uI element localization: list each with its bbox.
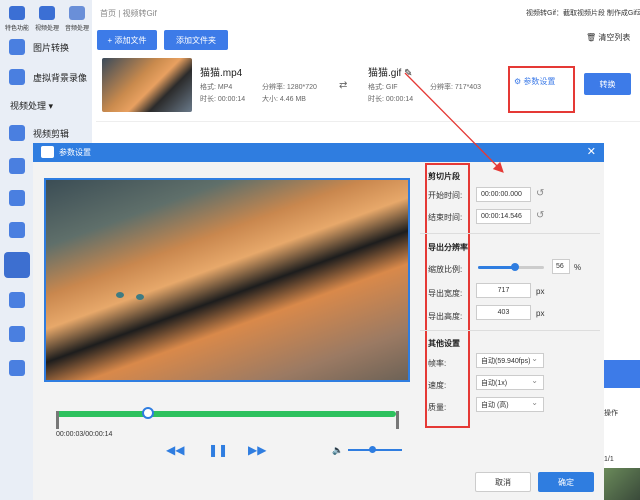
- end-time-label: 结束时间:: [428, 213, 463, 222]
- audio-icon: [69, 6, 85, 20]
- param-settings-button[interactable]: ⚙ 参数设置: [514, 76, 555, 87]
- background-thumbnail: [604, 468, 640, 500]
- feature-description: 视频转Gif：截取视频片段 制作成Gif动图: [526, 10, 640, 17]
- divider: [420, 330, 600, 331]
- section-clip: 剪切片段: [428, 172, 460, 181]
- clear-list-button[interactable]: 🗑 清空列表: [586, 32, 630, 43]
- speed-label: 速度:: [428, 381, 447, 390]
- width-label: 导出宽度:: [428, 289, 463, 298]
- output-filename[interactable]: 猫猫.gif ✎: [368, 64, 413, 79]
- dialog-titlebar: 参数设置 ✕: [33, 143, 604, 162]
- fps-label: 帧率:: [428, 359, 447, 368]
- height-input[interactable]: 403: [476, 305, 531, 320]
- gear-icon: ⚙: [514, 77, 524, 86]
- sidebar-icon-partial[interactable]: [9, 360, 25, 376]
- video-thumbnail: [102, 58, 192, 112]
- quality-label: 质量:: [428, 403, 447, 412]
- cat-eye: [116, 292, 124, 298]
- sidebar-item-image-convert[interactable]: 图片转换: [0, 34, 92, 60]
- video-preview[interactable]: [44, 178, 410, 382]
- annotation-box: [508, 66, 575, 113]
- cancel-button[interactable]: 取消: [475, 472, 531, 492]
- background-ops-label: 操作: [604, 410, 618, 417]
- trim-start-handle[interactable]: [56, 411, 59, 429]
- sidebar-tab-video[interactable]: 视频处理: [32, 4, 62, 38]
- breadcrumb: 首页 | 视频转Gif: [100, 9, 157, 18]
- output-format: 格式: GIF: [368, 84, 398, 91]
- sidebar-tab-audio[interactable]: 音频处理: [62, 4, 92, 38]
- confirm-button[interactable]: 确定: [538, 472, 594, 492]
- reset-icon[interactable]: ↺: [536, 210, 544, 221]
- height-label: 导出高度:: [428, 312, 463, 321]
- scale-slider-fill: [478, 266, 515, 269]
- speed-select[interactable]: 自动(1x): [476, 375, 544, 390]
- time-display: 00:00:03/00:00:14: [56, 431, 113, 438]
- section-other: 其他设置: [428, 339, 460, 348]
- end-time-input[interactable]: 00:00:14.546: [476, 209, 531, 224]
- divider: [420, 233, 600, 234]
- start-time-label: 开始时间:: [428, 191, 463, 200]
- sidebar-icon-partial[interactable]: [9, 292, 25, 308]
- scissors-icon: [9, 125, 25, 141]
- fps-select[interactable]: 自动(59.940fps): [476, 353, 544, 368]
- source-size: 大小: 4.46 MB: [262, 96, 306, 103]
- quality-select[interactable]: 自动 (高): [476, 397, 544, 412]
- rewind-icon[interactable]: ◀◀: [166, 443, 184, 457]
- app-logo-icon: [41, 146, 54, 158]
- scale-label: 缩放比例:: [428, 265, 463, 274]
- pause-icon[interactable]: ❚❚: [208, 443, 228, 457]
- sidebar-icon-partial[interactable]: [9, 190, 25, 206]
- timeline-track[interactable]: [56, 411, 396, 417]
- scale-slider-knob[interactable]: [510, 263, 519, 271]
- sidebar-icon-active[interactable]: [4, 252, 30, 278]
- add-folder-button[interactable]: 添加文件夹: [164, 30, 228, 50]
- cat-eye: [136, 294, 144, 300]
- width-input[interactable]: 717: [476, 283, 531, 298]
- background-page-number: 1/1: [604, 456, 614, 463]
- height-unit: px: [536, 309, 545, 318]
- playhead-knob[interactable]: [141, 407, 154, 419]
- sidebar-group-video[interactable]: 视频处理 ▾: [0, 92, 92, 118]
- star-icon: [9, 6, 25, 20]
- start-time-input[interactable]: 00:00:00.000: [476, 187, 531, 202]
- width-unit: px: [536, 287, 545, 296]
- output-resolution: 分辨率: 717*403: [430, 84, 481, 91]
- volume-icon[interactable]: 🔈: [332, 445, 343, 456]
- reset-icon[interactable]: ↺: [536, 188, 544, 199]
- video-icon: [39, 6, 55, 20]
- close-icon[interactable]: ✕: [587, 145, 596, 158]
- camera-icon: [9, 69, 25, 85]
- fast-forward-icon[interactable]: ▶▶: [248, 443, 266, 457]
- shuffle-icon: ⇄: [339, 80, 348, 91]
- scale-unit: %: [574, 263, 582, 272]
- dialog-title: 参数设置: [59, 148, 91, 157]
- sidebar-tab-featured[interactable]: 特色功能: [2, 4, 32, 38]
- trash-icon: 🗑: [586, 33, 599, 42]
- source-filename: 猫猫.mp4: [200, 68, 243, 79]
- section-resolution: 导出分辨率: [428, 243, 468, 252]
- sidebar-icon-partial[interactable]: [9, 326, 25, 342]
- sidebar-icon-partial[interactable]: [9, 158, 25, 174]
- sidebar-icon-partial[interactable]: [9, 222, 25, 238]
- trim-end-handle[interactable]: [396, 411, 399, 429]
- output-duration: 时长: 00:00:14: [368, 96, 414, 103]
- sidebar-item-virtual-bg[interactable]: 虚拟背景录像: [0, 64, 92, 90]
- scale-input[interactable]: 56: [552, 259, 570, 274]
- source-resolution: 分辨率: 1280*720: [262, 84, 317, 91]
- source-duration: 时长: 00:00:14: [200, 96, 246, 103]
- background-button-partial: [604, 360, 640, 388]
- convert-button[interactable]: 转换: [584, 73, 631, 95]
- source-format: 格式: MP4: [200, 84, 233, 91]
- add-file-button[interactable]: + 添加文件: [97, 30, 157, 50]
- edit-icon[interactable]: ✎: [404, 68, 412, 79]
- image-icon: [9, 39, 25, 55]
